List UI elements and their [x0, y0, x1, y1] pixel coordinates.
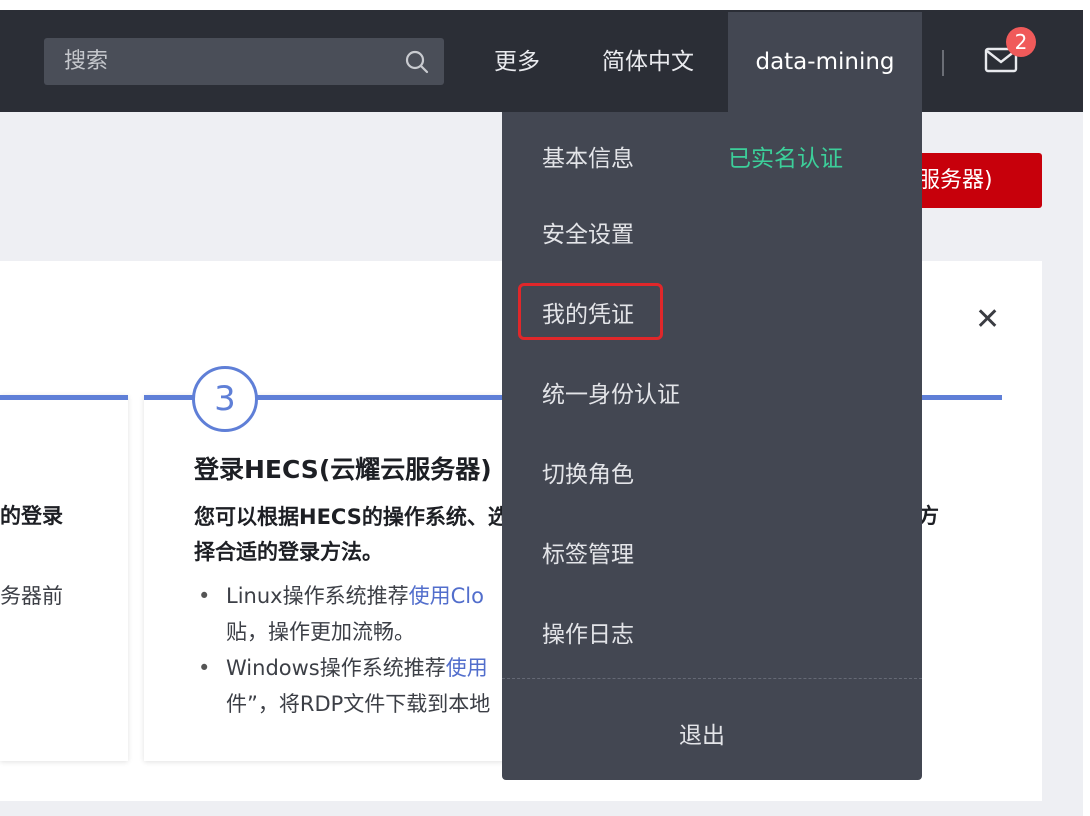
user-dropdown-menu: 基本信息 已实名认证 安全设置 我的凭证 统一身份认证 切换角色 标签管理 操作…: [502, 112, 922, 780]
card-accent-bar: [921, 395, 1002, 400]
step-number: 3: [192, 366, 258, 432]
step-card-2: [0, 395, 128, 761]
prev-card-text-2: 务器前: [0, 584, 63, 608]
list-item: Windows操作系统推荐使用 件”，将RDP文件下载到本地: [194, 650, 504, 722]
card-accent-bar: [0, 395, 128, 400]
search-input[interactable]: [44, 38, 394, 85]
user-menu-button[interactable]: data-mining: [728, 12, 922, 112]
bullet-link[interactable]: 使用Clo: [409, 584, 484, 608]
menu-item-switch-role[interactable]: 切换角色: [542, 455, 634, 489]
notification-badge: 2: [1006, 27, 1036, 57]
bullet-link[interactable]: 使用: [446, 656, 488, 680]
nav-language[interactable]: 简体中文: [602, 40, 694, 84]
verified-status[interactable]: 已实名认证: [728, 139, 843, 173]
menu-item-operation-log[interactable]: 操作日志: [542, 615, 634, 649]
search-box: [44, 38, 444, 85]
bullet-text: Linux操作系统推荐: [226, 584, 409, 608]
bullet-text: 件”，将RDP文件下载到本地: [226, 692, 491, 716]
nav-more[interactable]: 更多: [494, 40, 540, 84]
menu-divider: [502, 678, 922, 679]
search-icon[interactable]: [404, 49, 430, 75]
menu-item-basic-info[interactable]: 基本信息: [542, 139, 634, 173]
menu-item-credentials[interactable]: 我的凭证: [542, 295, 634, 329]
step-card-4: [921, 395, 1002, 761]
menu-item-security[interactable]: 安全设置: [542, 215, 634, 249]
menu-item-tag-management[interactable]: 标签管理: [542, 535, 634, 569]
menu-item-unified-identity[interactable]: 统一身份认证: [542, 375, 680, 409]
prev-card-text: 的登录: [0, 504, 63, 528]
logout-button[interactable]: 退出: [502, 716, 902, 750]
close-icon[interactable]: ✕: [975, 305, 1001, 335]
bullet-text: 贴，操作更加流畅。: [226, 620, 415, 644]
bullet-text: Windows操作系统推荐: [226, 656, 446, 680]
step-title: 登录HECS(云耀云服务器): [194, 455, 492, 484]
right-margin: [1083, 0, 1090, 816]
step-bullet-list: Linux操作系统推荐使用Clo 贴，操作更加流畅。 Windows操作系统推荐…: [194, 578, 504, 722]
step-description: 您可以根据HECS的操作系统、选择合适的登录方法。: [194, 505, 509, 564]
nav-divider: [942, 50, 944, 76]
list-item: Linux操作系统推荐使用Clo 贴，操作更加流畅。: [194, 578, 504, 650]
top-margin: [0, 0, 1083, 10]
